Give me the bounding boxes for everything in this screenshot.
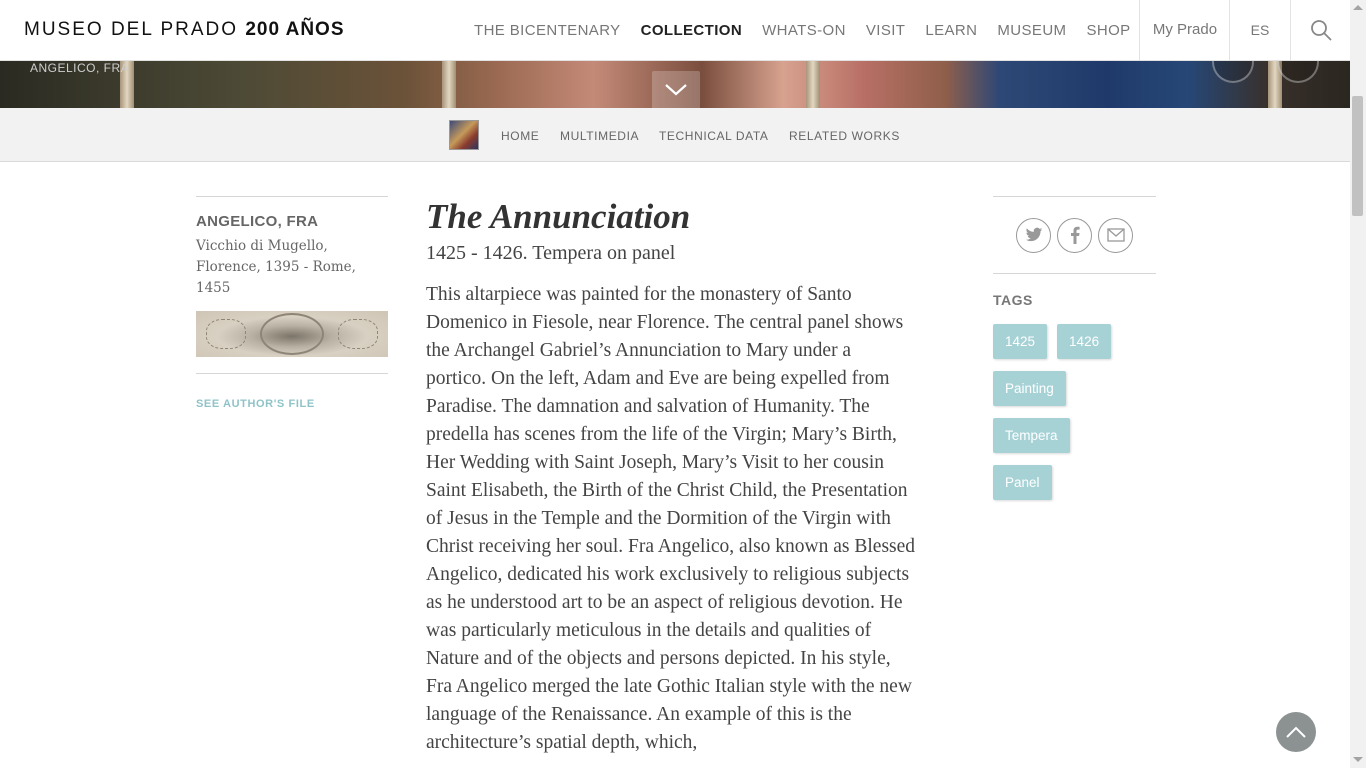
nav-item-collection[interactable]: COLLECTION xyxy=(641,22,743,39)
subnav-item-multimedia[interactable]: MULTIMEDIA xyxy=(560,129,639,143)
twitter-share-button[interactable] xyxy=(1016,217,1051,253)
nav-item-visit[interactable]: VISIT xyxy=(866,22,906,39)
hero-frame-detail xyxy=(442,61,456,108)
facebook-share-button[interactable] xyxy=(1057,217,1092,253)
nav-item-whats-on[interactable]: WHATS-ON xyxy=(762,22,846,39)
email-icon xyxy=(1106,228,1125,242)
nav-item-shop[interactable]: SHOP xyxy=(1086,22,1130,39)
author-portrait[interactable] xyxy=(196,311,388,357)
tags-heading: TAGS xyxy=(993,292,1033,308)
logo-text: MUSEO DEL PRADO xyxy=(24,19,239,40)
scroll-up-arrow[interactable] xyxy=(1353,5,1363,10)
nav-item-learn[interactable]: LEARN xyxy=(925,22,977,39)
portrait-ornament xyxy=(206,319,246,349)
scrollbar-thumb[interactable] xyxy=(1352,96,1363,216)
main-nav: THE BICENTENARY COLLECTION WHATS-ON VISI… xyxy=(464,0,1141,60)
search-icon xyxy=(1310,20,1331,41)
artwork-details: The Annunciation 1425 - 1426. Tempera on… xyxy=(426,196,916,757)
hero-control-button[interactable] xyxy=(1212,61,1254,83)
search-button[interactable] xyxy=(1291,0,1350,60)
nav-item-bicentenary[interactable]: THE BICENTENARY xyxy=(474,22,621,39)
tag-list: 1425 1426 Painting Tempera Panel xyxy=(993,324,1153,500)
share-and-tags-panel: TAGS 1425 1426 Painting Tempera Panel xyxy=(993,196,1156,500)
hero-author-label: ANGELICO, FRA xyxy=(30,61,130,75)
hero-control-button[interactable] xyxy=(1277,61,1319,83)
nav-item-museum[interactable]: MUSEUM xyxy=(997,22,1066,39)
divider xyxy=(993,273,1156,274)
subnav-item-home[interactable]: HOME xyxy=(501,129,539,143)
my-prado-link[interactable]: My Prado xyxy=(1140,0,1230,60)
email-share-button[interactable] xyxy=(1098,217,1133,253)
divider xyxy=(196,196,388,197)
scroll-down-arrow[interactable] xyxy=(1353,757,1363,762)
artwork-title: The Annunciation xyxy=(426,197,691,236)
twitter-icon xyxy=(1025,227,1042,242)
tag-1425[interactable]: 1425 xyxy=(993,324,1048,359)
site-header: MUSEO DEL PRADO 200 AÑOS THE BICENTENARY… xyxy=(0,0,1350,61)
site-logo[interactable]: MUSEO DEL PRADO 200 AÑOS xyxy=(24,19,345,41)
subnav-item-related-works[interactable]: RELATED WORKS xyxy=(789,129,900,143)
subnav-item-technical-data[interactable]: TECHNICAL DATA xyxy=(659,129,769,143)
portrait-ornament xyxy=(338,319,378,349)
tag-painting[interactable]: Painting xyxy=(993,371,1066,406)
language-switch[interactable]: ES xyxy=(1230,0,1290,60)
facebook-icon xyxy=(1070,226,1080,244)
chevron-down-icon xyxy=(665,83,687,95)
chevron-up-icon xyxy=(1286,726,1306,738)
logo-anniversary: 200 AÑOS xyxy=(245,19,345,40)
see-author-file-link[interactable]: SEE AUTHOR'S FILE xyxy=(196,398,388,410)
artwork-date-technique: 1425 - 1426. Tempera on panel xyxy=(426,242,676,264)
back-to-top-button[interactable] xyxy=(1276,712,1316,752)
hero-frame-detail xyxy=(806,61,820,108)
portrait-medallion xyxy=(260,313,324,355)
tag-tempera[interactable]: Tempera xyxy=(993,418,1070,453)
share-buttons xyxy=(993,197,1156,273)
author-name[interactable]: ANGELICO, FRA xyxy=(196,213,388,230)
artwork-description: This altarpiece was painted for the mona… xyxy=(426,284,916,753)
divider xyxy=(196,373,388,374)
artwork-thumbnail[interactable] xyxy=(449,120,479,150)
tag-1426[interactable]: 1426 xyxy=(1057,324,1112,359)
page-scrollbar[interactable] xyxy=(1350,0,1366,768)
expand-image-button[interactable] xyxy=(652,71,700,108)
author-info: Vicchio di Mugello, Florence, 1395 - Rom… xyxy=(196,238,356,296)
author-panel: ANGELICO, FRA Vicchio di Mugello, Floren… xyxy=(196,196,388,410)
tag-panel[interactable]: Panel xyxy=(993,465,1052,500)
artwork-subnav: HOME MULTIMEDIA TECHNICAL DATA RELATED W… xyxy=(0,108,1350,162)
